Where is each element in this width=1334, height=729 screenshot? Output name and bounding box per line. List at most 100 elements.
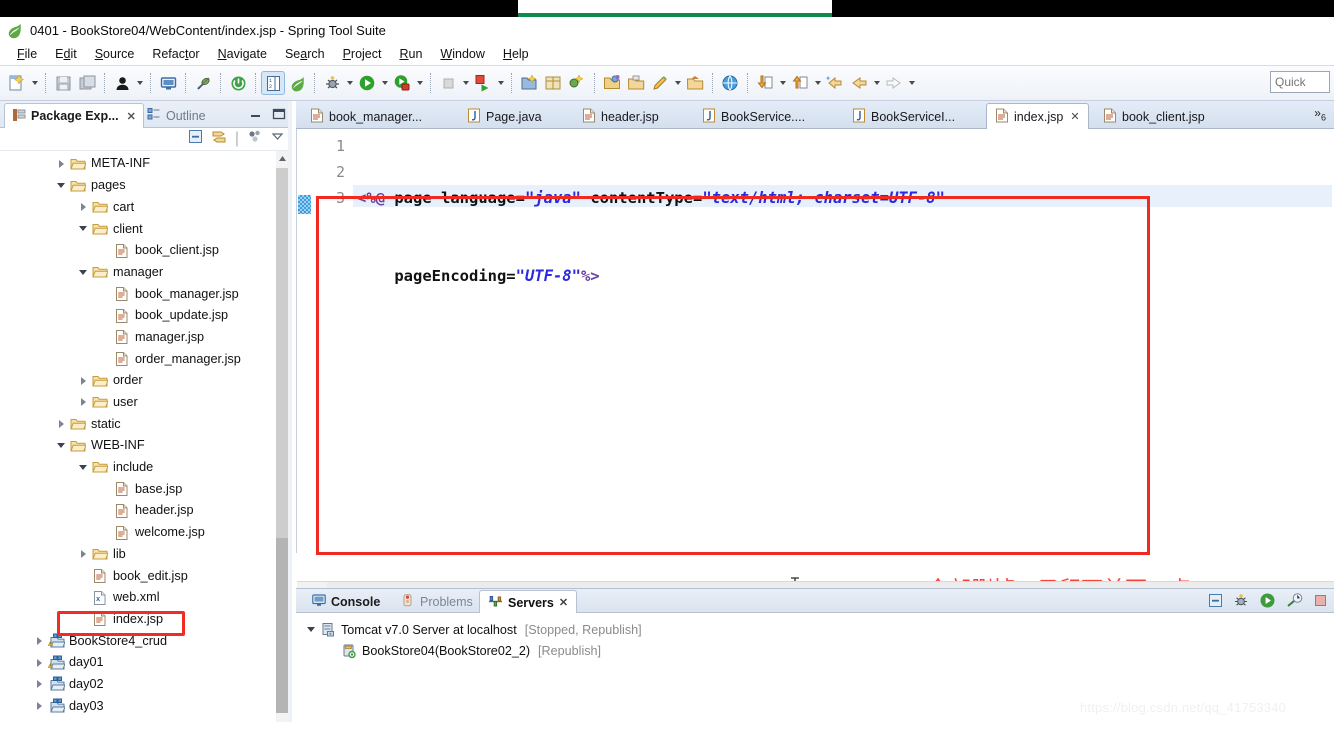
tree-project-row[interactable]: day02	[0, 674, 292, 696]
chevron-down-icon[interactable]	[306, 624, 317, 635]
forward-icon[interactable]	[883, 72, 905, 94]
tree-folder-row[interactable]: static	[0, 413, 292, 435]
back-dropdown-icon[interactable]	[871, 72, 882, 94]
editor-tab-book-client[interactable]: book_client.jsp	[1095, 104, 1213, 129]
maximize-icon[interactable]	[272, 107, 286, 125]
debug-dropdown-icon[interactable]	[344, 72, 355, 94]
chevron-down-icon[interactable]	[56, 180, 67, 191]
chevron-right-icon[interactable]	[56, 419, 67, 430]
new-wizard-dropdown-icon[interactable]	[29, 72, 40, 94]
tree-project-row[interactable]: ! day01	[0, 652, 292, 674]
editor-tab-index-jsp[interactable]: index.jsp ✕	[986, 103, 1089, 130]
tab-console[interactable]: Console	[304, 590, 388, 614]
tree-file-row[interactable]: book_update.jsp	[0, 305, 292, 327]
download-dropdown-icon[interactable]	[777, 72, 788, 94]
web-browser-icon[interactable]	[719, 72, 741, 94]
menu-window[interactable]: Window	[431, 46, 493, 62]
edit-icon[interactable]	[649, 72, 671, 94]
tab-servers[interactable]: Servers ✕	[479, 590, 578, 614]
tab-outline[interactable]: Outline	[140, 103, 213, 128]
editor-tab-book-manager[interactable]: book_manager...	[302, 104, 430, 129]
spring-leaf-icon[interactable]	[286, 72, 308, 94]
collapse-all-icon[interactable]	[1208, 593, 1223, 613]
tree-folder-row[interactable]: META-INF	[0, 153, 292, 175]
menu-project[interactable]: Project	[334, 46, 391, 62]
chevron-right-icon[interactable]	[78, 375, 89, 386]
export-icon[interactable]	[625, 72, 647, 94]
start-server-icon[interactable]	[1259, 592, 1276, 614]
menu-source[interactable]: Source	[86, 46, 144, 62]
debug-icon[interactable]	[321, 72, 343, 94]
spring-boot-icon[interactable]	[227, 72, 249, 94]
menu-help[interactable]: Help	[494, 46, 538, 62]
tree-file-row[interactable]: x web.xml	[0, 587, 292, 609]
tab-package-explorer[interactable]: Package Exp... ✕	[4, 103, 144, 128]
tree-project-row[interactable]: day03	[0, 695, 292, 717]
pin-icon[interactable]	[192, 72, 214, 94]
edit-dropdown-icon[interactable]	[672, 72, 683, 94]
chevron-right-icon[interactable]	[34, 635, 45, 646]
editor-tab-header-jsp[interactable]: header.jsp	[574, 104, 667, 129]
tree-project-row[interactable]: ! BookStore4_crud	[0, 630, 292, 652]
project-tree[interactable]: META-INF pages cart client book_client.jsp ma…	[0, 151, 292, 727]
run-server-dropdown-icon[interactable]	[414, 72, 425, 94]
source-code-text[interactable]: <%@ page language="java" contentType="te…	[357, 133, 1332, 419]
tree-file-row[interactable]: book_edit.jsp	[0, 565, 292, 587]
view-dropdown-icon[interactable]	[271, 130, 284, 148]
chevron-down-icon[interactable]	[78, 462, 89, 473]
tree-folder-row[interactable]: cart	[0, 196, 292, 218]
editor-tab-page-java[interactable]: Page.java	[459, 104, 550, 129]
tree-file-row[interactable]: welcome.jsp	[0, 522, 292, 544]
editor-more-tabs-button[interactable]: »6	[1314, 106, 1326, 122]
run-dropdown-icon[interactable]	[379, 72, 390, 94]
server-row[interactable]: Tomcat v7.0 Server at localhost [Stopped…	[296, 619, 1334, 640]
tree-file-row[interactable]: index.jsp	[0, 608, 292, 630]
close-icon[interactable]: ✕	[1070, 110, 1079, 123]
chevron-right-icon[interactable]	[78, 202, 89, 213]
chevron-right-icon[interactable]	[78, 549, 89, 560]
tree-file-row[interactable]: header.jsp	[0, 500, 292, 522]
run-server-icon[interactable]	[391, 72, 413, 94]
module-row[interactable]: BookStore04(BookStore02_2) [Republish]	[296, 640, 1334, 661]
link-with-editor-icon[interactable]	[211, 129, 227, 149]
chevron-right-icon[interactable]	[78, 397, 89, 408]
tree-folder-row[interactable]: manager	[0, 261, 292, 283]
save-all-icon[interactable]	[76, 72, 98, 94]
tree-folder-row[interactable]: pages	[0, 175, 292, 197]
tree-folder-row[interactable]: client	[0, 218, 292, 240]
stop-icon[interactable]	[437, 72, 459, 94]
console-icon[interactable]	[157, 72, 179, 94]
menu-file[interactable]: File	[8, 46, 46, 62]
code-editor[interactable]: 1 2 3 <%@ page language="java" contentTy…	[296, 129, 1334, 603]
upload-icon[interactable]	[789, 72, 811, 94]
chevron-right-icon[interactable]	[56, 158, 67, 169]
menu-refactor[interactable]: Refactor	[143, 46, 208, 62]
quick-access-input[interactable]	[1270, 71, 1330, 93]
publish-dropdown-icon[interactable]	[495, 72, 506, 94]
menu-run[interactable]: Run	[390, 46, 431, 62]
close-icon[interactable]: ✕	[559, 596, 568, 609]
view-menu-icon[interactable]	[247, 129, 263, 149]
debug-server-icon[interactable]	[1233, 593, 1249, 614]
tree-folder-row[interactable]: lib	[0, 543, 292, 565]
chevron-down-icon[interactable]	[78, 223, 89, 234]
tree-file-row[interactable]: book_manager.jsp	[0, 283, 292, 305]
chevron-right-icon[interactable]	[34, 679, 45, 690]
download-icon[interactable]	[754, 72, 776, 94]
tree-file-row[interactable]: manager.jsp	[0, 327, 292, 349]
new-wizard-icon[interactable]	[6, 72, 28, 94]
tab-problems[interactable]: Problems	[393, 590, 481, 614]
tree-folder-row[interactable]: include	[0, 457, 292, 479]
menu-edit[interactable]: Edit	[46, 46, 86, 62]
new-java-project-icon[interactable]	[518, 72, 540, 94]
chevron-right-icon[interactable]	[34, 701, 45, 712]
collapse-all-icon[interactable]	[188, 129, 203, 149]
import-icon[interactable]	[684, 72, 706, 94]
forward-dropdown-icon[interactable]	[906, 72, 917, 94]
person-dropdown-icon[interactable]	[134, 72, 145, 94]
new-class-icon[interactable]	[566, 72, 588, 94]
chevron-right-icon[interactable]	[34, 657, 45, 668]
save-icon[interactable]	[52, 72, 74, 94]
tree-file-row[interactable]: book_client.jsp	[0, 240, 292, 262]
menu-search[interactable]: Search	[276, 46, 334, 62]
